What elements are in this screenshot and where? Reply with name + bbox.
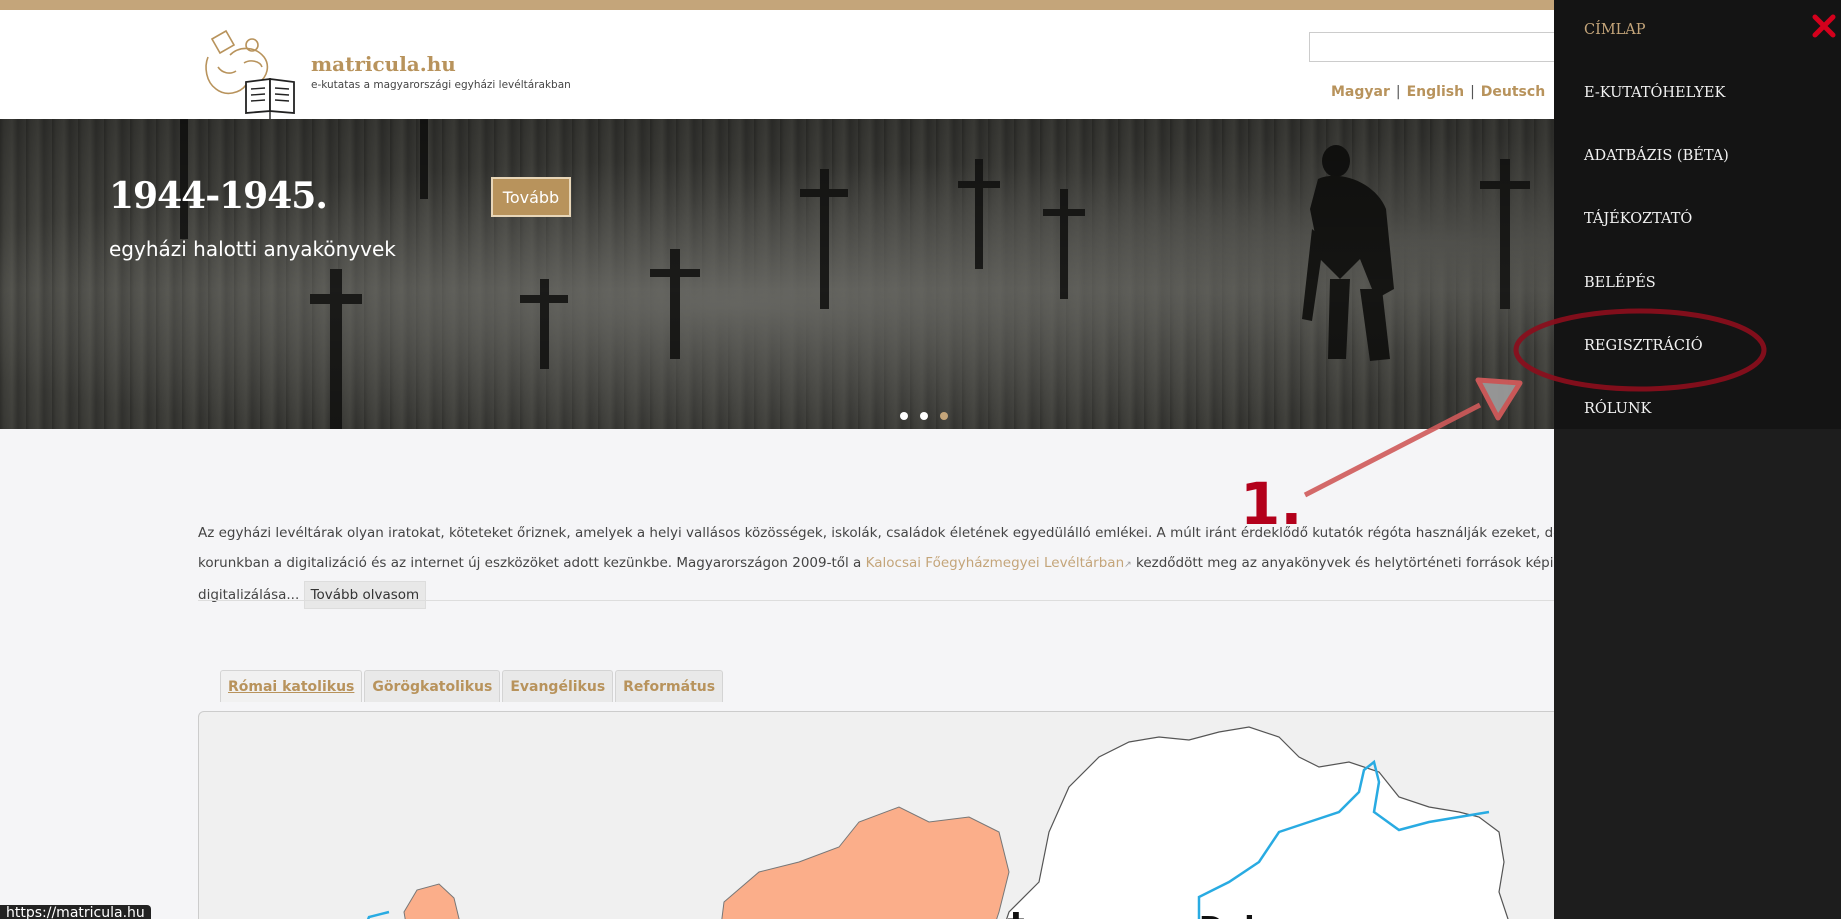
hero-more-button[interactable]: Tovább [491, 177, 571, 217]
menu-item-login[interactable]: BELÉPÉS [1584, 275, 1656, 291]
side-navigation-menu: CÍMLAP E-KUTATÓHELYEK ADATBÁZIS (BÉTA) T… [1554, 0, 1841, 919]
menu-item-research-sites[interactable]: E-KUTATÓHELYEK [1584, 85, 1725, 101]
close-x-icon[interactable] [1812, 14, 1836, 38]
hero-title: 1944-1945. [109, 175, 328, 217]
tab-lutheran[interactable]: Evangélikus [502, 670, 614, 702]
search-input[interactable] [1309, 32, 1569, 62]
hero-subtitle: egyházi halotti anyakönyvek [109, 237, 396, 261]
menu-item-home[interactable]: CÍMLAP [1584, 22, 1646, 38]
kalocsa-archive-link[interactable]: Kalocsai Főegyházmegyei Levéltárban [866, 555, 1125, 571]
section-divider [198, 600, 1643, 601]
tab-roman-catholic[interactable]: Római katolikus [220, 670, 363, 702]
menu-item-about[interactable]: RÓLUNK [1584, 401, 1651, 417]
menu-item-information[interactable]: TÁJÉKOZTATÓ [1584, 211, 1692, 227]
menu-item-database[interactable]: ADATBÁZIS (BÉTA) [1584, 148, 1729, 164]
lang-hungarian[interactable]: Magyar [1331, 84, 1390, 100]
menu-item-registration[interactable]: REGISZTRÁCIÓ [1584, 338, 1703, 354]
map-label-debrecen[interactable]: Debrecen- [1199, 911, 1373, 919]
lang-german[interactable]: Deutsch [1481, 84, 1545, 100]
intro-paragraph: Az egyházi levéltárak olyan iratokat, kö… [198, 518, 1578, 610]
carousel-dot[interactable] [900, 412, 908, 420]
lang-english[interactable]: English [1407, 84, 1464, 100]
diocese-map[interactable]: Debrecen- ‡ [198, 711, 1580, 919]
read-more-button[interactable]: Tovább olvasom [303, 581, 427, 609]
browser-status-url: https://matricula.hu [0, 905, 151, 919]
carousel-dot-active[interactable] [940, 412, 948, 420]
site-name[interactable]: matricula.hu [311, 52, 456, 76]
tab-reformed[interactable]: Református [615, 670, 724, 702]
site-logo-icon[interactable] [200, 27, 310, 123]
site-tagline: e-kutatas a magyarországi egyházi levélt… [311, 79, 571, 91]
map-diocese-cross-icon: ‡ [1007, 906, 1025, 919]
carousel-dot[interactable] [920, 412, 928, 420]
annotation-step-label: 1. [1240, 470, 1303, 538]
language-switcher: Magyar | English | Deutsch [1331, 84, 1546, 100]
external-link-icon: ↗ [1124, 560, 1132, 570]
carousel-indicators [900, 405, 960, 424]
denomination-tabs: Római katolikus Görögkatolikus Evangélikus… [220, 670, 725, 702]
tab-greek-catholic[interactable]: Görögkatolikus [364, 670, 501, 702]
